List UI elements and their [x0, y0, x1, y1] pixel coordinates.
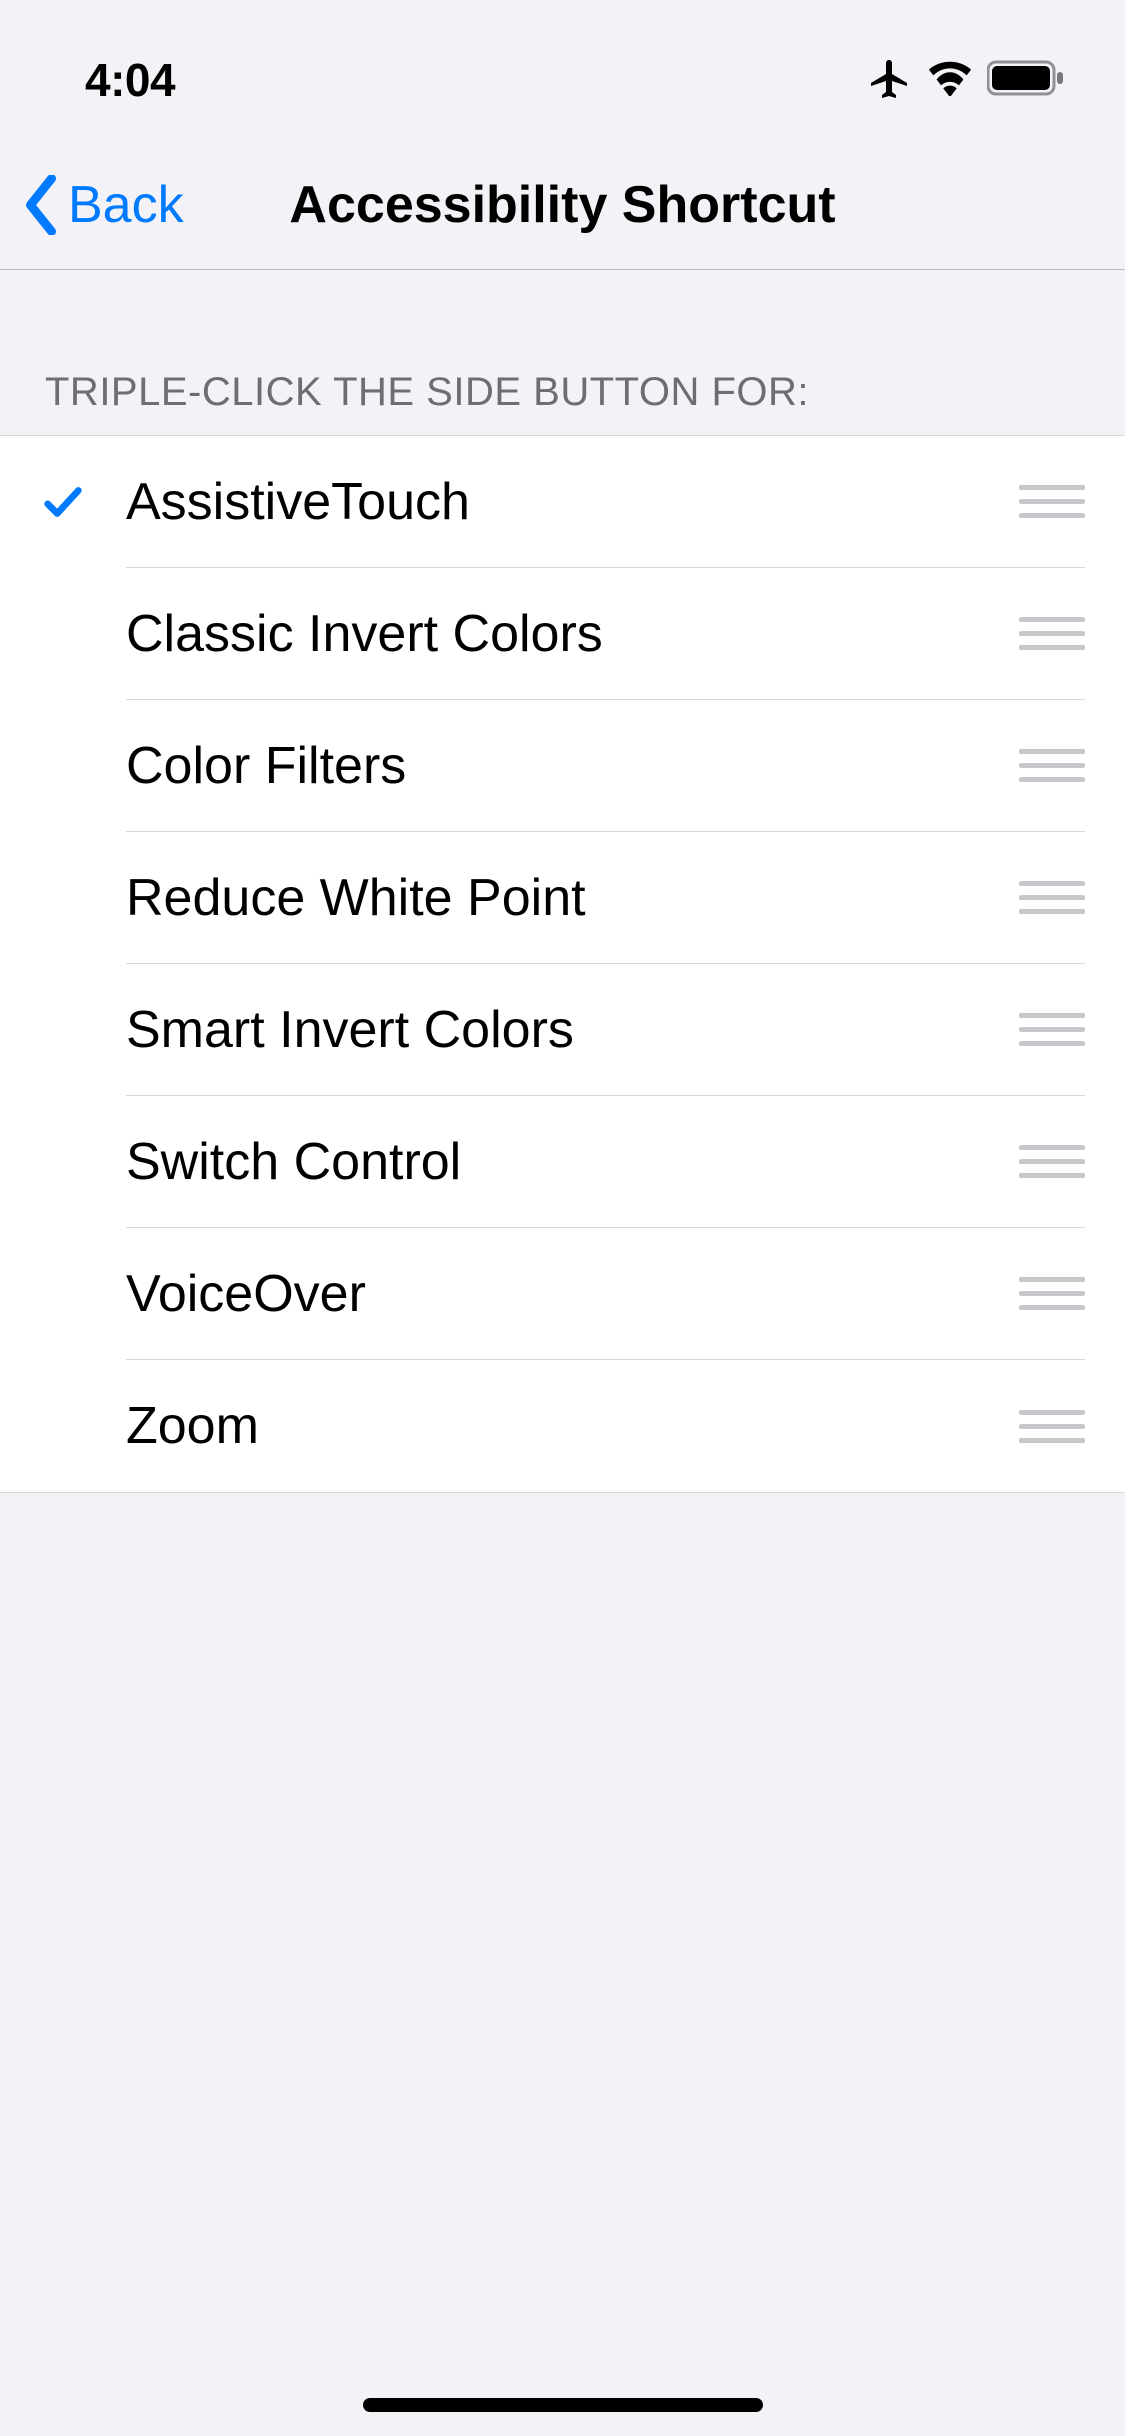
item-label: Smart Invert Colors: [126, 1000, 574, 1060]
home-indicator[interactable]: [363, 2398, 763, 2412]
status-bar: 4:04: [0, 0, 1125, 140]
item-label: VoiceOver: [126, 1264, 366, 1324]
list-item[interactable]: AssistiveTouch: [0, 436, 1125, 568]
item-label: Color Filters: [126, 736, 406, 796]
wifi-icon: [927, 60, 973, 101]
list-item[interactable]: Zoom: [0, 1360, 1125, 1492]
section-header: TRIPLE-CLICK THE SIDE BUTTON FOR:: [0, 270, 1125, 435]
back-label: Back: [68, 175, 184, 235]
item-label: Zoom: [126, 1396, 259, 1456]
list-item[interactable]: Classic Invert Colors: [0, 568, 1125, 700]
item-label: Reduce White Point: [126, 868, 586, 928]
item-label: Classic Invert Colors: [126, 604, 603, 664]
list-item[interactable]: Reduce White Point: [0, 832, 1125, 964]
navigation-bar: Back Accessibility Shortcut: [0, 140, 1125, 270]
reorder-handle-icon[interactable]: [1019, 1404, 1085, 1449]
reorder-handle-icon[interactable]: [1019, 1271, 1085, 1316]
list-item[interactable]: VoiceOver: [0, 1228, 1125, 1360]
item-label: Switch Control: [126, 1132, 461, 1192]
check-slot: [0, 479, 126, 525]
reorder-handle-icon[interactable]: [1019, 611, 1085, 656]
list-item[interactable]: Color Filters: [0, 700, 1125, 832]
reorder-handle-icon[interactable]: [1019, 743, 1085, 788]
shortcut-list: AssistiveTouch Classic Invert Colors Col…: [0, 435, 1125, 1493]
battery-icon: [987, 59, 1065, 102]
status-time: 4:04: [85, 53, 175, 107]
chevron-left-icon: [22, 175, 60, 235]
status-icons: [865, 54, 1065, 107]
checkmark-icon: [40, 479, 86, 525]
reorder-handle-icon[interactable]: [1019, 1139, 1085, 1184]
reorder-handle-icon[interactable]: [1019, 1007, 1085, 1052]
list-item[interactable]: Switch Control: [0, 1096, 1125, 1228]
reorder-handle-icon[interactable]: [1019, 479, 1085, 524]
list-item[interactable]: Smart Invert Colors: [0, 964, 1125, 1096]
airplane-mode-icon: [865, 54, 913, 107]
back-button[interactable]: Back: [0, 175, 184, 235]
item-label: AssistiveTouch: [126, 472, 470, 532]
reorder-handle-icon[interactable]: [1019, 875, 1085, 920]
